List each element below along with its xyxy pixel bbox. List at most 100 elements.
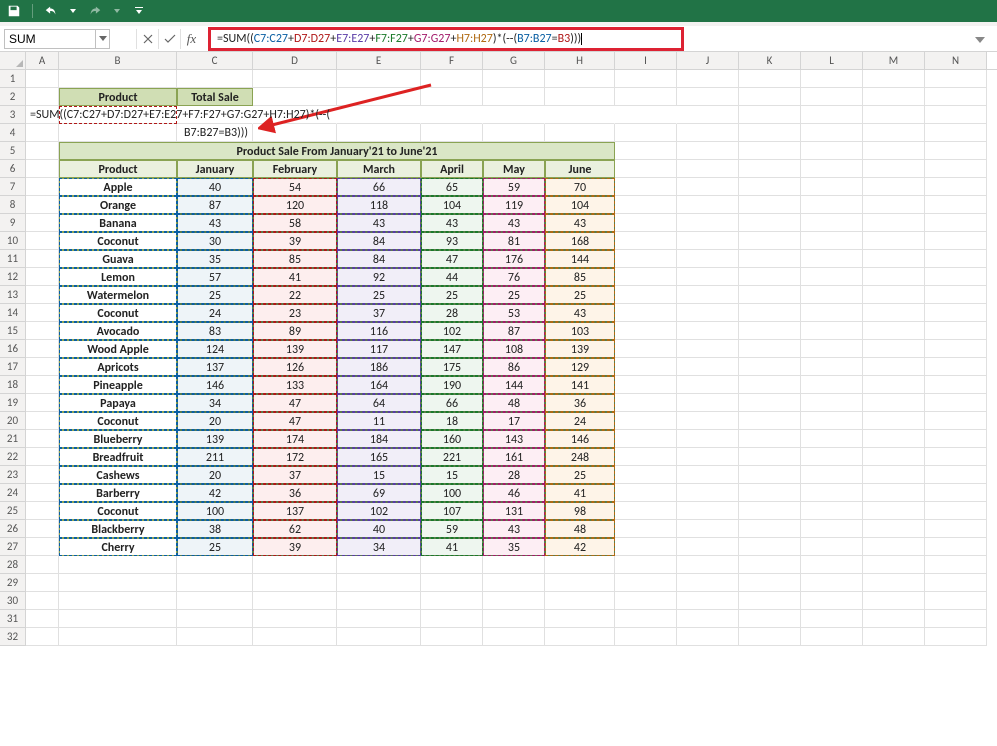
cell[interactable]	[483, 88, 545, 106]
cell[interactable]	[615, 160, 677, 178]
cell[interactable]	[925, 628, 987, 646]
cell[interactable]: Blueberry	[59, 430, 177, 448]
row-header[interactable]: 13	[0, 286, 26, 304]
row-header[interactable]: 6	[0, 160, 26, 178]
cell[interactable]: 25	[177, 286, 253, 304]
col-header[interactable]: D	[253, 52, 337, 69]
cell[interactable]	[483, 574, 545, 592]
cell[interactable]	[59, 628, 177, 646]
cell[interactable]: February	[253, 160, 337, 178]
col-header[interactable]: K	[739, 52, 801, 69]
cell[interactable]	[863, 502, 925, 520]
cell[interactable]	[615, 340, 677, 358]
cell[interactable]	[925, 88, 987, 106]
cell[interactable]	[421, 70, 483, 88]
cell[interactable]	[337, 592, 421, 610]
cell[interactable]	[677, 268, 739, 286]
cell[interactable]	[677, 394, 739, 412]
cell[interactable]	[26, 448, 59, 466]
cell[interactable]	[615, 286, 677, 304]
cell[interactable]	[863, 556, 925, 574]
cell[interactable]	[801, 106, 863, 124]
cell[interactable]	[59, 592, 177, 610]
formula-bar-input[interactable]: =SUM((C7:C27+D7:D27+E7:E27+F7:F27+G7:G27…	[217, 32, 582, 46]
cell[interactable]	[739, 520, 801, 538]
col-header[interactable]: G	[483, 52, 545, 69]
row-header[interactable]: 18	[0, 376, 26, 394]
cell[interactable]	[863, 394, 925, 412]
cell[interactable]: 102	[337, 502, 421, 520]
cell[interactable]	[677, 106, 739, 124]
cell[interactable]: March	[337, 160, 421, 178]
row-header[interactable]: 16	[0, 340, 26, 358]
cell[interactable]: 20	[177, 412, 253, 430]
cell[interactable]: 168	[545, 232, 615, 250]
cell[interactable]	[483, 610, 545, 628]
cell[interactable]	[677, 484, 739, 502]
cell[interactable]	[177, 574, 253, 592]
cell[interactable]	[615, 556, 677, 574]
cell[interactable]: 43	[545, 304, 615, 322]
cell[interactable]	[421, 88, 483, 106]
cell[interactable]	[337, 106, 421, 124]
cell[interactable]	[615, 520, 677, 538]
row-header[interactable]: 26	[0, 520, 26, 538]
cell[interactable]	[26, 196, 59, 214]
cell[interactable]	[925, 232, 987, 250]
row-header[interactable]: 22	[0, 448, 26, 466]
col-header[interactable]: B	[59, 52, 177, 69]
cell[interactable]	[677, 304, 739, 322]
cell[interactable]	[739, 304, 801, 322]
cell[interactable]	[615, 628, 677, 646]
cell[interactable]	[59, 556, 177, 574]
cell[interactable]	[801, 88, 863, 106]
cell[interactable]	[739, 124, 801, 142]
cell[interactable]	[925, 250, 987, 268]
cell[interactable]	[739, 286, 801, 304]
cell[interactable]	[925, 106, 987, 124]
row-header[interactable]: 4	[0, 124, 26, 142]
cell[interactable]: 43	[483, 214, 545, 232]
cell[interactable]	[615, 394, 677, 412]
row-header[interactable]: 1	[0, 70, 26, 88]
col-header[interactable]: N	[925, 52, 987, 69]
cell[interactable]	[26, 628, 59, 646]
cell[interactable]	[545, 124, 615, 142]
cell[interactable]	[615, 538, 677, 556]
cell[interactable]	[863, 250, 925, 268]
cell[interactable]: 38	[177, 520, 253, 538]
cell[interactable]	[863, 592, 925, 610]
cell[interactable]: 62	[253, 520, 337, 538]
cell[interactable]	[925, 124, 987, 142]
cell[interactable]: May	[483, 160, 545, 178]
cell[interactable]	[677, 610, 739, 628]
cell[interactable]	[863, 448, 925, 466]
cell[interactable]	[863, 142, 925, 160]
cell[interactable]	[925, 610, 987, 628]
enter-formula-button[interactable]	[158, 29, 180, 49]
cell[interactable]	[739, 502, 801, 520]
row-header[interactable]: 15	[0, 322, 26, 340]
cell[interactable]: 146	[177, 376, 253, 394]
cell[interactable]	[801, 448, 863, 466]
cell[interactable]	[739, 268, 801, 286]
cell[interactable]	[925, 196, 987, 214]
cell[interactable]	[337, 124, 421, 142]
cell[interactable]: 47	[253, 412, 337, 430]
cell[interactable]	[615, 214, 677, 232]
cell[interactable]	[545, 628, 615, 646]
cell[interactable]: 34	[337, 538, 421, 556]
cell[interactable]	[421, 124, 483, 142]
cell[interactable]: 221	[421, 448, 483, 466]
cell[interactable]: 190	[421, 376, 483, 394]
cell[interactable]	[863, 322, 925, 340]
cell[interactable]: 92	[337, 268, 421, 286]
cell[interactable]	[677, 520, 739, 538]
cell[interactable]: 124	[177, 340, 253, 358]
cell[interactable]: June	[545, 160, 615, 178]
cell[interactable]	[26, 322, 59, 340]
cell[interactable]	[801, 268, 863, 286]
cell[interactable]	[677, 376, 739, 394]
cell[interactable]	[677, 430, 739, 448]
cell[interactable]	[801, 358, 863, 376]
